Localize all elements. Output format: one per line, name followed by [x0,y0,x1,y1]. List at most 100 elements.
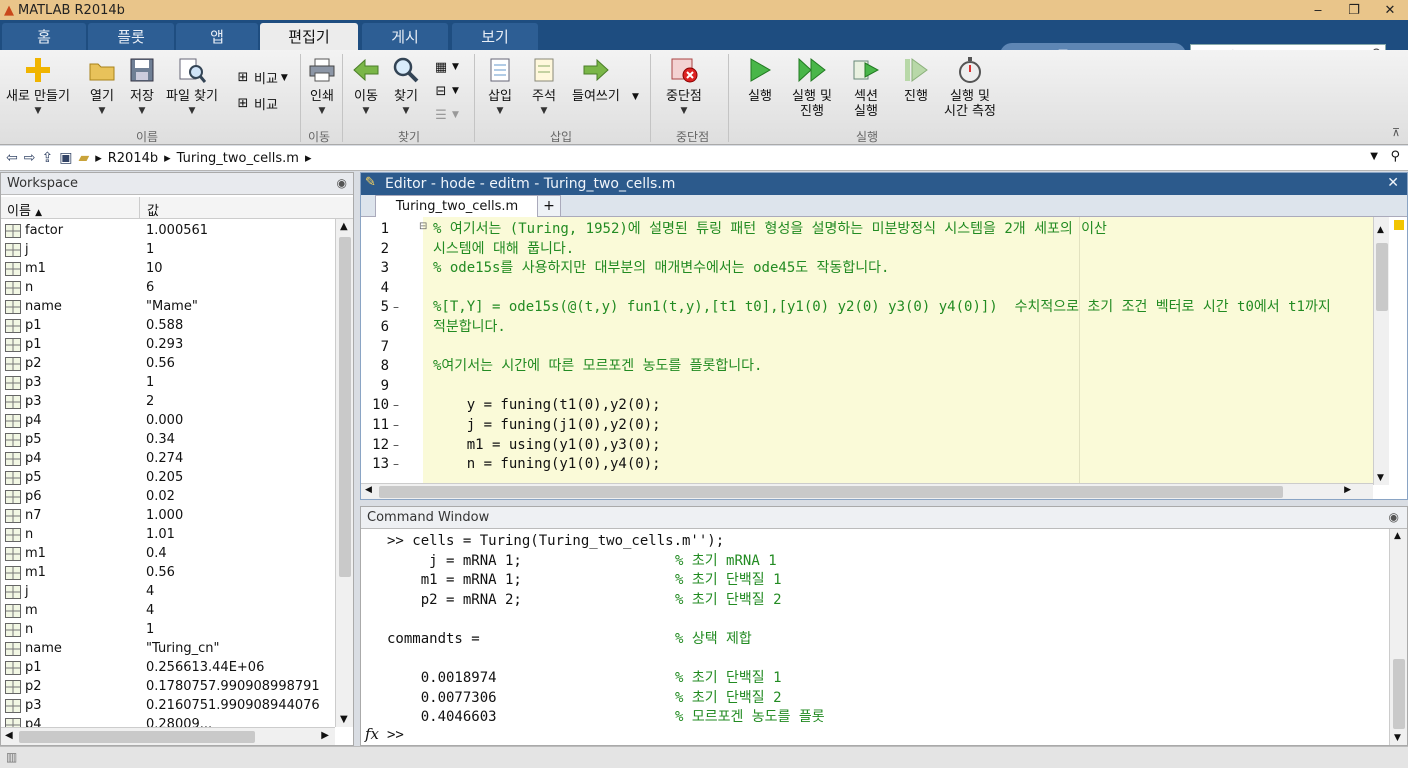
workspace-row[interactable]: j4 [1,582,335,601]
workspace-row[interactable]: factor 1.000561 [1,221,335,240]
format-dropdown[interactable]: ▦ ▼ [432,58,459,76]
indent-button[interactable]: 들여쓰기 [572,54,620,104]
workspace-row[interactable]: name "Mame" [1,297,335,316]
code-line[interactable]: 적분합니다. [433,317,506,337]
advance-button[interactable]: 진행 [900,54,932,104]
workspace-row[interactable]: p3 0.2160751.990908944076 [1,696,335,715]
scroll-thumb[interactable] [1393,659,1405,729]
compare-button-1[interactable]: ⊞ 비교 ▼ [234,68,288,87]
panel-actions-icon[interactable]: ◉ [337,176,347,190]
browse-folder-icon[interactable]: ▣ [59,150,72,166]
scroll-thumb[interactable] [19,731,255,743]
restore-button[interactable]: ❐ [1336,0,1372,20]
command-prompt[interactable]: >> [387,727,404,743]
workspace-row[interactable]: m1 0.4 [1,544,335,563]
command-window[interactable]: Command Window ◉ >> cells = Turing(Turin… [360,506,1408,746]
bookmark-dropdown[interactable]: ⊟ ▼ [432,82,459,100]
workspace-row[interactable]: n1 [1,620,335,639]
forward-icon[interactable]: ⇨ [24,150,36,166]
code-line[interactable]: m1 = using(y1(0),y3(0); [433,435,661,455]
up-folder-icon[interactable]: ⇪ [41,150,53,166]
breadcrumb-file[interactable]: Turing_two_cells.m [177,151,299,166]
workspace-row[interactable]: n6 [1,278,335,297]
comment-button[interactable]: 주석 ▼ [528,54,560,119]
fold-icon[interactable]: ⊟ [419,221,427,232]
address-dropdown-icon[interactable]: ▼ [1370,151,1378,162]
column-name[interactable]: 이름 ▲ [7,200,42,219]
workspace-row[interactable]: m1 0.56 [1,563,335,582]
close-button[interactable]: ✕ [1372,0,1408,20]
workspace-row[interactable]: n7 1.000 [1,506,335,525]
breakpoints-button[interactable]: 중단점 ▼ [666,54,702,119]
breakpoint-dash[interactable]: – [393,395,399,415]
indent-dropdown-icon[interactable]: ▼ [632,92,639,102]
workspace-row[interactable]: p4 0.274 [1,449,335,468]
workspace-row[interactable]: p3 2 [1,392,335,411]
collapse-ribbon-icon[interactable]: ⊼ [1392,126,1400,139]
save-button[interactable]: 저장 ▼ [126,54,158,119]
scroll-down-icon[interactable]: ▼ [1377,473,1384,483]
breakpoint-dash[interactable]: – [393,415,399,435]
run-and-advance-button[interactable]: 실행 및 진행 [792,54,832,119]
fx-icon[interactable]: fx [365,725,379,743]
tab-home[interactable]: 홈 [2,23,86,50]
find-files-button[interactable]: 파일 찾기 ▼ [166,54,218,119]
scroll-right-icon[interactable]: ▶ [1344,485,1351,495]
scroll-down-icon[interactable]: ▼ [1394,733,1401,743]
workspace-row[interactable]: p1 0.256613.44E+06 [1,658,335,677]
workspace-row[interactable]: m1 10 [1,259,335,278]
scroll-thumb[interactable] [1376,243,1388,311]
search-folder-icon[interactable]: ⚲ [1390,149,1400,164]
run-section-button[interactable]: 섹션 실행 [850,54,882,119]
back-icon[interactable]: ⇦ [6,150,18,166]
workspace-row[interactable]: p2 0.56 [1,354,335,373]
code-line[interactable]: %[T,Y] = ode15s(@(t,y) fun1(t,y),[t1 t0]… [433,297,1331,317]
tab-plots[interactable]: 플롯 [88,23,174,50]
workspace-hscroll[interactable]: ◀ ▶ [1,727,335,745]
workspace-row[interactable]: n 1.01 [1,525,335,544]
scroll-down-icon[interactable]: ▼ [340,714,348,725]
scroll-thumb[interactable] [379,486,1283,498]
compare-button-2[interactable]: ⊞ 비교 [234,94,278,113]
tab-turing-two-cells[interactable]: Turing_two_cells.m [375,195,539,217]
workspace-row[interactable]: p5 0.205 [1,468,335,487]
workspace-row[interactable]: name "Turing_cn" [1,639,335,658]
run-button[interactable]: 실행 [744,54,776,104]
workspace-row[interactable]: p6 0.02 [1,487,335,506]
tab-publish[interactable]: 게시 [362,23,448,50]
scroll-right-icon[interactable]: ▶ [321,730,329,741]
breakpoint-dash[interactable]: – [393,435,399,455]
scroll-up-icon[interactable]: ▲ [340,221,348,232]
breakpoint-dash[interactable]: – [393,297,399,317]
workspace-row[interactable]: p1 0.588 [1,316,335,335]
workspace-row[interactable]: p4 0.000 [1,411,335,430]
workspace-row[interactable]: m4 [1,601,335,620]
editor-vscroll[interactable]: ▲ ▼ [1373,217,1389,485]
workspace-row[interactable]: j1 [1,240,335,259]
scroll-left-icon[interactable]: ◀ [365,485,372,495]
breakpoint-dash[interactable]: – [393,454,399,474]
tab-apps[interactable]: 앱 [176,23,258,50]
workspace-row[interactable]: p2 0.1780757.990908998791 [1,677,335,696]
command-vscroll[interactable]: ▲ ▼ [1389,529,1407,745]
breadcrumb-r2014b[interactable]: R2014b [108,151,158,166]
code-line[interactable]: y = funing(t1(0),y2(0); [433,395,661,415]
column-value[interactable]: 값 [147,200,159,219]
scroll-up-icon[interactable]: ▲ [1377,225,1384,235]
code-line[interactable]: %여기서는 시간에 따른 모르포겐 농도를 플롯합니다. [433,356,762,376]
workspace-row[interactable]: p1 0.293 [1,335,335,354]
scroll-up-icon[interactable]: ▲ [1394,531,1401,541]
tab-view[interactable]: 보기 [452,23,538,50]
tabs-dropdown[interactable]: ☰ ▼ [432,106,459,124]
code-line[interactable]: % ode15s를 사용하지만 대부분의 매개변수에서는 ode45도 작동합니… [433,258,889,278]
workspace-row[interactable]: p5 0.34 [1,430,335,449]
workspace-row[interactable]: p3 1 [1,373,335,392]
scroll-thumb[interactable] [339,237,351,577]
new-button[interactable]: 새로 만들기 ▼ [6,54,70,119]
code-line[interactable]: % 여기서는 (Turing, 1952)에 설명된 튜링 패턴 형성을 설명하… [433,219,1107,239]
scroll-left-icon[interactable]: ◀ [5,730,13,741]
insert-button[interactable]: 삽입 ▼ [484,54,516,119]
code-line[interactable]: n = funing(y1(0),y4(0); [433,454,661,474]
code-line[interactable]: j = funing(j1(0),y2(0); [433,415,661,435]
new-tab-button[interactable]: + [537,195,561,217]
